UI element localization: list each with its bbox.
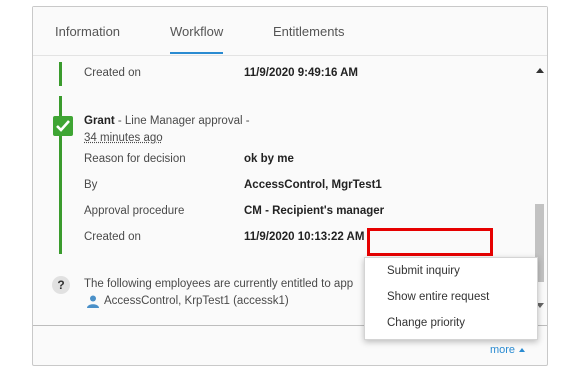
created-on-label: Created on [84, 231, 141, 243]
grant-step-status: Grant [84, 115, 115, 127]
timeline-connector [59, 96, 62, 118]
by-value: AccessControl, MgrTest1 [244, 179, 382, 191]
grant-step-time-ago: 34 minutes ago [84, 132, 163, 144]
pending-entitled-text: The following employees are currently en… [84, 278, 354, 290]
created-on-value: 11/9/2020 9:49:16 AM [244, 67, 359, 79]
grant-step-description: - Line Manager approval - [114, 115, 250, 127]
person-icon [87, 295, 99, 308]
caret-up-icon [519, 348, 525, 353]
approval-procedure-value: CM - Recipient's manager [244, 205, 385, 217]
tab-entitlements[interactable]: Entitlements [273, 24, 345, 52]
created-on-label: Created on [84, 67, 141, 79]
created-on-value: 11/9/2020 10:13:22 AM [244, 231, 365, 243]
pending-employee-link[interactable]: AccessControl, KrpTest1 (accessk1) [104, 295, 289, 307]
by-label: By [84, 179, 98, 191]
menu-item-submit-inquiry[interactable]: Submit inquiry [387, 265, 460, 277]
more-label[interactable]: more [490, 344, 515, 356]
timeline-connector [59, 62, 62, 86]
menu-item-show-entire-request[interactable]: Show entire request [387, 291, 489, 303]
grant-step-title: Grant - Line Manager approval - [84, 115, 250, 127]
timeline-connector [59, 136, 62, 254]
reason-value: ok by me [244, 153, 294, 165]
menu-item-change-priority[interactable]: Change priority [387, 317, 465, 329]
tab-information[interactable]: Information [55, 24, 120, 52]
reason-label: Reason for decision [84, 153, 186, 165]
approved-check-icon [53, 116, 73, 136]
highlight-box [367, 228, 493, 256]
context-menu: Submit inquiry Show entire request Chang… [364, 257, 538, 340]
approval-procedure-label: Approval procedure [84, 205, 185, 217]
scroll-up-icon[interactable] [536, 68, 544, 73]
question-icon: ? [52, 276, 70, 294]
tab-bar: Information Workflow Entitlements [33, 7, 547, 56]
tab-workflow[interactable]: Workflow [170, 24, 224, 54]
more-link[interactable]: more [490, 344, 525, 356]
